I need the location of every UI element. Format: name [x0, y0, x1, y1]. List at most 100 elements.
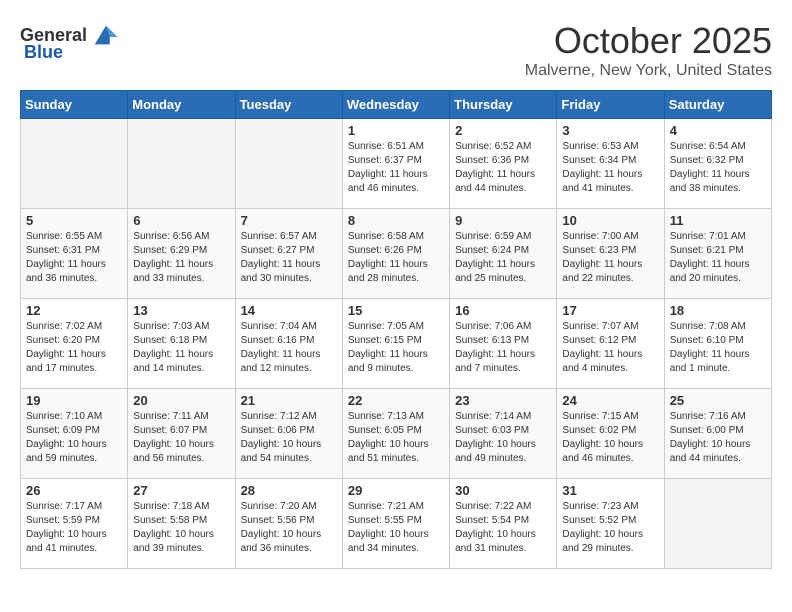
- day-number: 17: [562, 303, 658, 318]
- page-header: General Blue October 2025 Malverne, New …: [20, 20, 772, 80]
- day-info: Sunrise: 6:52 AM Sunset: 6:36 PM Dayligh…: [455, 140, 551, 196]
- day-number: 19: [26, 393, 122, 408]
- day-info: Sunrise: 7:16 AM Sunset: 6:00 PM Dayligh…: [670, 410, 766, 466]
- logo-icon: [91, 20, 121, 50]
- day-info: Sunrise: 7:18 AM Sunset: 5:58 PM Dayligh…: [133, 500, 229, 556]
- calendar-day-cell: 25 Sunrise: 7:16 AM Sunset: 6:00 PM Dayli…: [664, 389, 771, 479]
- calendar-day-cell: 14 Sunrise: 7:04 AM Sunset: 6:16 PM Dayli…: [235, 299, 342, 389]
- day-info: Sunrise: 7:06 AM Sunset: 6:13 PM Dayligh…: [455, 320, 551, 376]
- day-number: 11: [670, 213, 766, 228]
- calendar-day-cell: 5Sunrise: 6:55 AM Sunset: 6:31 PM Daylig…: [21, 209, 128, 299]
- day-info: Sunrise: 7:11 AM Sunset: 6:07 PM Dayligh…: [133, 410, 229, 466]
- day-number: 14: [241, 303, 337, 318]
- day-info: Sunrise: 6:53 AM Sunset: 6:34 PM Dayligh…: [562, 140, 658, 196]
- calendar-day-header: Wednesday: [342, 91, 449, 119]
- calendar-day-cell: 1Sunrise: 6:51 AM Sunset: 6:37 PM Daylig…: [342, 119, 449, 209]
- calendar-day-cell: 2 Sunrise: 6:52 AM Sunset: 6:36 PM Daylig…: [450, 119, 557, 209]
- calendar-day-cell: 16 Sunrise: 7:06 AM Sunset: 6:13 PM Dayli…: [450, 299, 557, 389]
- day-info: Sunrise: 7:10 AM Sunset: 6:09 PM Dayligh…: [26, 410, 122, 466]
- calendar-day-cell: 22 Sunrise: 7:13 AM Sunset: 6:05 PM Dayli…: [342, 389, 449, 479]
- day-number: 22: [348, 393, 444, 408]
- day-number: 16: [455, 303, 551, 318]
- calendar-day-cell: 18Sunrise: 7:08 AM Sunset: 6:10 PM Dayli…: [664, 299, 771, 389]
- calendar-day-cell: 10Sunrise: 7:00 AM Sunset: 6:23 PM Dayli…: [557, 209, 664, 299]
- calendar-day-cell: 12 Sunrise: 7:02 AM Sunset: 6:20 PM Dayli…: [21, 299, 128, 389]
- calendar-day-header: Monday: [128, 91, 235, 119]
- day-number: 7: [241, 213, 337, 228]
- calendar-table: SundayMondayTuesdayWednesdayThursdayFrid…: [20, 90, 772, 569]
- day-info: Sunrise: 7:23 AM Sunset: 5:52 PM Dayligh…: [562, 500, 658, 556]
- calendar-week-row: 5Sunrise: 6:55 AM Sunset: 6:31 PM Daylig…: [21, 209, 772, 299]
- calendar-day-cell: 9 Sunrise: 6:59 AM Sunset: 6:24 PM Daylig…: [450, 209, 557, 299]
- day-number: 12: [26, 303, 122, 318]
- day-number: 23: [455, 393, 551, 408]
- day-info: Sunrise: 7:20 AM Sunset: 5:56 PM Dayligh…: [241, 500, 337, 556]
- day-info: Sunrise: 6:57 AM Sunset: 6:27 PM Dayligh…: [241, 230, 337, 286]
- day-info: Sunrise: 7:22 AM Sunset: 5:54 PM Dayligh…: [455, 500, 551, 556]
- day-number: 13: [133, 303, 229, 318]
- day-number: 3: [562, 123, 658, 138]
- day-info: Sunrise: 7:00 AM Sunset: 6:23 PM Dayligh…: [562, 230, 658, 286]
- calendar-day-cell: 13Sunrise: 7:03 AM Sunset: 6:18 PM Dayli…: [128, 299, 235, 389]
- day-number: 25: [670, 393, 766, 408]
- day-info: Sunrise: 7:14 AM Sunset: 6:03 PM Dayligh…: [455, 410, 551, 466]
- day-info: Sunrise: 7:21 AM Sunset: 5:55 PM Dayligh…: [348, 500, 444, 556]
- calendar-day-cell: [128, 119, 235, 209]
- day-number: 29: [348, 483, 444, 498]
- calendar-day-cell: 23 Sunrise: 7:14 AM Sunset: 6:03 PM Dayli…: [450, 389, 557, 479]
- day-number: 31: [562, 483, 658, 498]
- day-number: 30: [455, 483, 551, 498]
- day-number: 28: [241, 483, 337, 498]
- day-info: Sunrise: 7:04 AM Sunset: 6:16 PM Dayligh…: [241, 320, 337, 376]
- day-info: Sunrise: 7:13 AM Sunset: 6:05 PM Dayligh…: [348, 410, 444, 466]
- calendar-week-row: 12 Sunrise: 7:02 AM Sunset: 6:20 PM Dayli…: [21, 299, 772, 389]
- day-info: Sunrise: 6:55 AM Sunset: 6:31 PM Dayligh…: [26, 230, 122, 286]
- calendar-day-cell: [235, 119, 342, 209]
- day-info: Sunrise: 7:05 AM Sunset: 6:15 PM Dayligh…: [348, 320, 444, 376]
- calendar-day-cell: 19 Sunrise: 7:10 AM Sunset: 6:09 PM Dayli…: [21, 389, 128, 479]
- day-info: Sunrise: 7:15 AM Sunset: 6:02 PM Dayligh…: [562, 410, 658, 466]
- calendar-day-cell: 7 Sunrise: 6:57 AM Sunset: 6:27 PM Daylig…: [235, 209, 342, 299]
- calendar-week-row: 26 Sunrise: 7:17 AM Sunset: 5:59 PM Dayli…: [21, 479, 772, 569]
- month-title: October 2025: [525, 20, 772, 62]
- day-info: Sunrise: 7:12 AM Sunset: 6:06 PM Dayligh…: [241, 410, 337, 466]
- calendar-day-header: Friday: [557, 91, 664, 119]
- title-area: October 2025 Malverne, New York, United …: [525, 20, 772, 80]
- day-number: 6: [133, 213, 229, 228]
- calendar-day-cell: 20Sunrise: 7:11 AM Sunset: 6:07 PM Dayli…: [128, 389, 235, 479]
- day-number: 18: [670, 303, 766, 318]
- calendar-day-cell: 17 Sunrise: 7:07 AM Sunset: 6:12 PM Dayli…: [557, 299, 664, 389]
- logo-blue-text: Blue: [24, 42, 63, 63]
- calendar-day-cell: [21, 119, 128, 209]
- calendar-day-cell: 11Sunrise: 7:01 AM Sunset: 6:21 PM Dayli…: [664, 209, 771, 299]
- calendar-header-row: SundayMondayTuesdayWednesdayThursdayFrid…: [21, 91, 772, 119]
- calendar-day-header: Tuesday: [235, 91, 342, 119]
- calendar-day-cell: 24Sunrise: 7:15 AM Sunset: 6:02 PM Dayli…: [557, 389, 664, 479]
- calendar-week-row: 1Sunrise: 6:51 AM Sunset: 6:37 PM Daylig…: [21, 119, 772, 209]
- day-info: Sunrise: 6:54 AM Sunset: 6:32 PM Dayligh…: [670, 140, 766, 196]
- calendar-day-cell: 6 Sunrise: 6:56 AM Sunset: 6:29 PM Daylig…: [128, 209, 235, 299]
- calendar-day-cell: 26 Sunrise: 7:17 AM Sunset: 5:59 PM Dayli…: [21, 479, 128, 569]
- day-number: 9: [455, 213, 551, 228]
- calendar-day-cell: 29 Sunrise: 7:21 AM Sunset: 5:55 PM Dayli…: [342, 479, 449, 569]
- calendar-day-cell: 27 Sunrise: 7:18 AM Sunset: 5:58 PM Dayli…: [128, 479, 235, 569]
- calendar-day-header: Saturday: [664, 91, 771, 119]
- calendar-day-cell: 30 Sunrise: 7:22 AM Sunset: 5:54 PM Dayli…: [450, 479, 557, 569]
- day-number: 8: [348, 213, 444, 228]
- calendar-day-cell: 3 Sunrise: 6:53 AM Sunset: 6:34 PM Daylig…: [557, 119, 664, 209]
- day-number: 1: [348, 123, 444, 138]
- day-info: Sunrise: 7:02 AM Sunset: 6:20 PM Dayligh…: [26, 320, 122, 376]
- day-info: Sunrise: 6:59 AM Sunset: 6:24 PM Dayligh…: [455, 230, 551, 286]
- day-number: 2: [455, 123, 551, 138]
- calendar-day-cell: 4 Sunrise: 6:54 AM Sunset: 6:32 PM Daylig…: [664, 119, 771, 209]
- day-info: Sunrise: 7:07 AM Sunset: 6:12 PM Dayligh…: [562, 320, 658, 376]
- day-number: 15: [348, 303, 444, 318]
- day-info: Sunrise: 7:17 AM Sunset: 5:59 PM Dayligh…: [26, 500, 122, 556]
- calendar-day-cell: 8Sunrise: 6:58 AM Sunset: 6:26 PM Daylig…: [342, 209, 449, 299]
- day-number: 26: [26, 483, 122, 498]
- calendar-day-header: Sunday: [21, 91, 128, 119]
- day-info: Sunrise: 6:56 AM Sunset: 6:29 PM Dayligh…: [133, 230, 229, 286]
- day-number: 4: [670, 123, 766, 138]
- calendar-day-cell: 15 Sunrise: 7:05 AM Sunset: 6:15 PM Dayli…: [342, 299, 449, 389]
- day-number: 27: [133, 483, 229, 498]
